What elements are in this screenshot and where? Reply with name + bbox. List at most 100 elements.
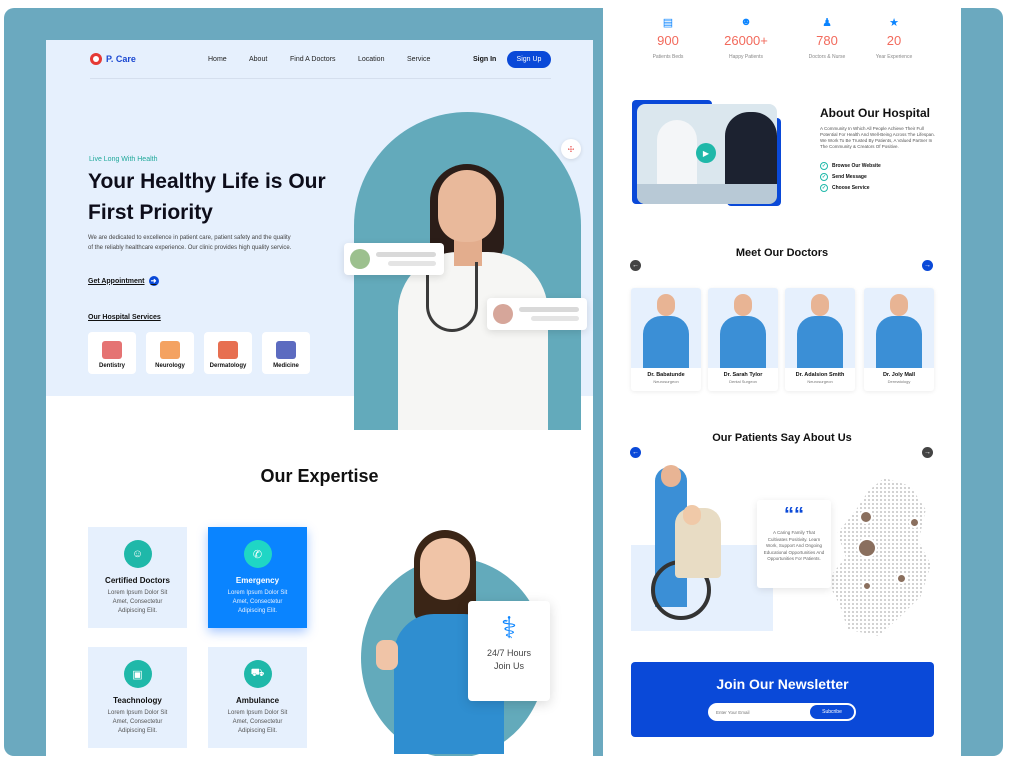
nav-location[interactable]: Location [358,56,384,63]
services-title: Our Hospital Services [88,314,161,321]
doctor-scrubs [797,316,843,368]
check-icon: ✓ [820,162,828,170]
doctor-card[interactable]: Dr. Joly Mall Dermatology [864,288,934,391]
stat-label: Year Experience [875,54,913,60]
testimonial-card: ““ A Caring Family That Cultivates Posit… [757,500,831,588]
doctor-role: Neurosurgeon [653,379,679,384]
nav-divider [90,78,551,79]
skin-icon [218,341,238,359]
medical-kit-icon[interactable]: ☩ [561,139,581,159]
stat-value: 900 [657,33,679,48]
landing-page-left: P. Care Home About Find A Doctors Locati… [46,40,593,756]
avatar [859,510,873,524]
testimonial-text: A Caring Family That Cultivates Positivi… [763,530,825,561]
thumbs-up-hand [376,640,398,670]
check-label: Browse Our Website [832,163,881,169]
doctor-scrubs [876,316,922,368]
subscribe-button[interactable]: Subcribe [810,705,854,719]
next-arrow-icon[interactable]: → [922,447,933,458]
newsletter-section: Join Our Newsletter Subcribe [631,662,934,737]
doctor-face [734,294,752,316]
prev-arrow-icon[interactable]: ← [630,447,641,458]
heart-logo-icon [90,53,102,65]
expertise-card-technology[interactable]: ▣ Teachnology Lorem Ipsum Dolor Sit Amet… [88,647,187,748]
prev-arrow-icon[interactable]: ← [630,260,641,271]
appointment-label: Get Appointment [88,277,145,285]
service-neurology[interactable]: Neurology [146,332,194,374]
check-icon: ✓ [820,184,828,192]
email-input[interactable] [716,706,806,718]
check-label: Send Message [832,174,867,180]
stat-patients: ☻ 26000+ Happy Patients [711,16,781,60]
monitor-icon: ▣ [123,660,152,688]
sign-up-button[interactable]: Sign Up [507,51,551,68]
stat-value: 26000+ [724,33,768,48]
doctor-photo [785,288,855,368]
check-label: Choose Service [832,185,870,191]
hours-label: 24/7 Hours [486,648,532,658]
doctor-role: Dermatology [887,379,911,384]
stat-beds: ▤ 900 Patients Beds [633,16,703,60]
doctor-scrubs [720,316,766,368]
doctor-card[interactable]: Dr. Babatunde Neurosurgeon [631,288,701,391]
service-dermatology[interactable]: Dermatology [204,332,252,374]
doctor-card[interactable]: Dr. Adalsion Smith Neurosurgeon [785,288,855,391]
nav-service[interactable]: Service [407,56,430,63]
avatar [350,249,370,269]
get-appointment-link[interactable]: Get Appointment ➜ [88,276,159,286]
floating-patient-card [487,298,587,330]
desk [637,184,777,204]
play-icon[interactable]: ▶ [696,143,716,163]
nav-find-doctors[interactable]: Find A Doctors [290,56,336,63]
card-title: Emergency [235,576,280,585]
card-title: Certified Doctors [105,576,170,585]
doctor-icon: ♟ [822,17,832,29]
about-title: About Our Hospital [820,106,930,120]
avatar [862,581,872,591]
patient-face [683,505,701,525]
landing-page-right: ▤ 900 Patients Beds ☻ 26000+ Happy Patie… [603,0,961,756]
doctor-card[interactable]: Dr. Sarah Tylor Dental Surgeon [708,288,778,391]
service-medicine[interactable]: Medicine [262,332,310,374]
check-item: ✓ Choose Service [820,184,870,192]
card-desc: Lorem Ipsum Dolor Sit Amet, Consectetur … [227,710,288,734]
nav-about[interactable]: About [249,56,267,63]
service-label: Dentistry [98,363,125,369]
hero-headline: Your Healthy Life is Our First Priority [88,170,326,224]
doctor-role: Dental Surgeon [729,379,757,384]
top-nav: P. Care Home About Find A Doctors Locati… [46,40,593,80]
service-dentistry[interactable]: Dentistry [88,332,136,374]
avatar [857,538,877,558]
stat-value: 20 [886,33,902,48]
doctor-name: Dr. Joly Mall [882,372,916,378]
check-item: ✓ Browse Our Website [820,162,881,170]
check-item: ✓ Send Message [820,173,867,181]
hero-tagline: Live Long With Health [89,156,158,163]
expertise-card-ambulance[interactable]: ⛟ Ambulance Lorem Ipsum Dolor Sit Amet, … [208,647,307,748]
service-label: Neurology [155,363,185,369]
doctor-name: Dr. Adalsion Smith [795,372,845,378]
doctor-face [438,170,496,242]
phone-icon: ✆ [243,540,272,568]
service-label: Dermatology [209,363,247,369]
expertise-card-certified[interactable]: ☺ Certified Doctors Lorem Ipsum Dolor Si… [88,527,187,628]
award-icon: ★ [889,17,899,29]
doctor-photo [864,288,934,368]
expertise-card-emergency[interactable]: ✆ Emergency Lorem Ipsum Dolor Sit Amet, … [208,527,307,628]
doctor-photo [631,288,701,368]
placeholder-line [388,261,436,266]
group-icon: ☻ [740,16,752,28]
logo-text: P. Care [106,54,136,64]
stat-experience: ★ 20 Year Experience [859,16,929,60]
arrow-right-icon: ➜ [148,276,159,286]
newsletter-title: Join Our Newsletter [716,676,849,692]
logo[interactable]: P. Care [90,53,136,65]
card-desc: Lorem Ipsum Dolor Sit Amet, Consectetur … [227,590,288,614]
doctor-name: Dr. Babatunde [647,372,685,378]
nav-home[interactable]: Home [208,56,227,63]
card-desc: Lorem Ipsum Dolor Sit Amet, Consectetur … [107,590,168,614]
next-arrow-icon[interactable]: → [922,260,933,271]
placeholder-line [376,252,436,257]
sign-in-link[interactable]: Sign In [473,56,496,63]
bed-icon: ▤ [662,17,674,29]
